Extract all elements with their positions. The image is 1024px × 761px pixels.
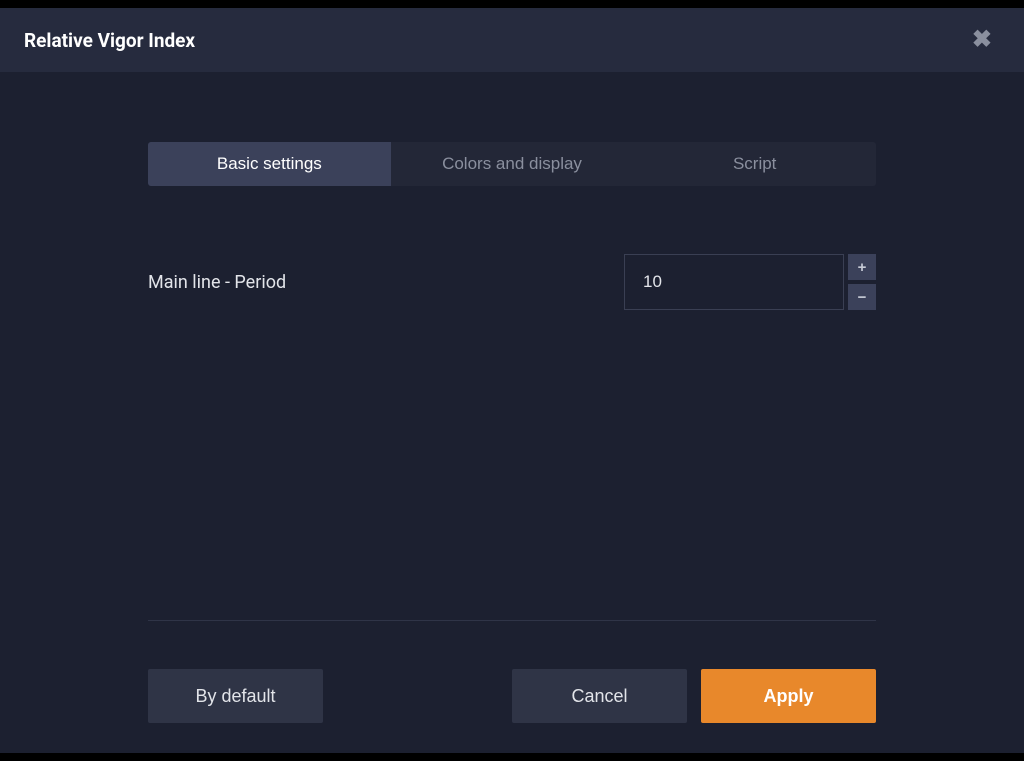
period-input[interactable] <box>624 254 844 310</box>
setting-row-main-line-period: Main line - Period + − <box>148 254 876 310</box>
modal-body: Basic settings Colors and display Script… <box>0 72 1024 753</box>
modal-footer: By default Cancel Apply <box>148 621 876 753</box>
settings-area: Main line - Period + − <box>148 254 876 310</box>
settings-modal: Relative Vigor Index ✖ Basic settings Co… <box>0 8 1024 753</box>
setting-label: Main line - Period <box>148 272 286 293</box>
tab-basic-settings[interactable]: Basic settings <box>148 142 391 186</box>
cancel-button[interactable]: Cancel <box>512 669 687 723</box>
stepper-buttons: + − <box>848 254 876 310</box>
tabs: Basic settings Colors and display Script <box>148 142 876 186</box>
period-stepper: + − <box>624 254 876 310</box>
close-icon[interactable]: ✖ <box>964 24 1000 56</box>
modal-title: Relative Vigor Index <box>24 29 195 52</box>
increment-button[interactable]: + <box>848 254 876 280</box>
decrement-button[interactable]: − <box>848 284 876 310</box>
tab-colors-and-display[interactable]: Colors and display <box>391 142 634 186</box>
tab-script[interactable]: Script <box>633 142 876 186</box>
modal-header: Relative Vigor Index ✖ <box>0 8 1024 72</box>
apply-button[interactable]: Apply <box>701 669 876 723</box>
by-default-button[interactable]: By default <box>148 669 323 723</box>
